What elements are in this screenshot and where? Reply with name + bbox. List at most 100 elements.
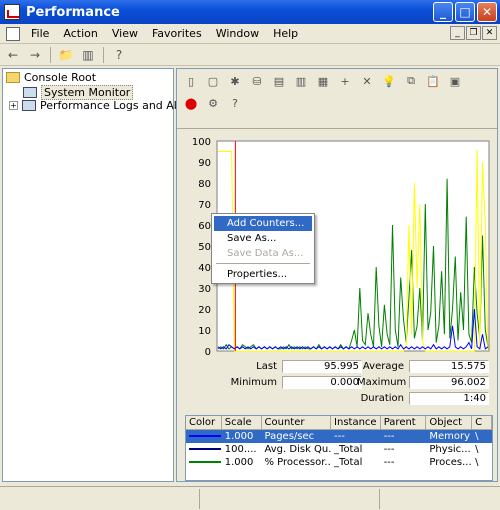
legend-counter: Pages/sec (264, 431, 315, 442)
y-tick-label: 60 (198, 221, 211, 232)
graph-context-menu: Add Counters... Save As... Save Data As.… (211, 213, 315, 284)
menu-action[interactable]: Action (56, 27, 104, 40)
y-tick-label: 30 (198, 284, 211, 295)
menu-item-properties[interactable]: Properties... (214, 267, 312, 282)
delete-icon[interactable]: ✕ (359, 73, 375, 89)
console-icon (6, 26, 20, 41)
y-tick-label: 20 (198, 305, 211, 316)
legend-instance: _Total (334, 457, 363, 468)
legend-object: Proces... (429, 457, 472, 468)
average-label: Average (362, 361, 404, 372)
menu-view[interactable]: View (105, 27, 145, 40)
menu-file[interactable]: File (24, 27, 56, 40)
highlight-icon[interactable]: 💡 (381, 73, 397, 89)
y-tick-label: 0 (205, 347, 211, 357)
y-tick-label: 40 (198, 263, 211, 274)
view-histogram-icon[interactable]: ▥ (293, 73, 309, 89)
update-data-icon[interactable]: ⚙ (205, 95, 221, 111)
column-object[interactable]: Object (426, 416, 473, 429)
mdi-close-button[interactable]: ✕ (482, 26, 497, 40)
tree-item-system-monitor[interactable]: System Monitor (23, 85, 134, 100)
duration-value: 1:40 (409, 392, 489, 405)
legend-instance: _Total (334, 444, 363, 455)
close-button[interactable]: ✕ (477, 2, 497, 22)
menu-separator (216, 263, 310, 264)
clear-display-icon[interactable]: ▢ (205, 73, 221, 89)
legend-object: Memory (429, 431, 471, 442)
y-tick-label: 10 (198, 326, 211, 337)
console-tree: Console Root System Monitor + Performanc… (2, 68, 198, 482)
paste-counter-list-icon[interactable]: 📋 (425, 73, 441, 89)
menu-item-add-counters[interactable]: Add Counters... (214, 216, 312, 231)
system-monitor-toolbar: ▯ ▢ ✱ ⛁ ▤ ▥ ▦ + ✕ 💡 ⧉ 📋 ▣ ⬤ ⚙ ? (177, 69, 497, 129)
column-color[interactable]: Color (186, 416, 222, 429)
legend-computer: \ (475, 457, 479, 468)
maximum-value: 96.002 (409, 376, 489, 389)
add-icon[interactable]: + (337, 73, 353, 89)
view-graph-icon[interactable]: ▤ (271, 73, 287, 89)
tree-item-label: Console Root (24, 71, 97, 84)
legend-row[interactable]: 1.000 Pages/sec --- --- Memory \ (186, 430, 492, 443)
tree-item-label: Performance Logs and Alerts (40, 99, 199, 112)
y-tick-label: 100 (192, 137, 211, 148)
forward-arrow-icon[interactable]: → (26, 46, 44, 64)
maximize-button[interactable]: □ (455, 2, 475, 22)
back-arrow-icon[interactable]: ← (4, 46, 22, 64)
copy-properties-icon[interactable]: ⧉ (403, 73, 419, 89)
menu-item-save-as[interactable]: Save As... (214, 231, 312, 246)
expand-plus-icon[interactable]: + (9, 101, 18, 110)
tree-item-perf-logs[interactable]: + Performance Logs and Alerts (9, 99, 198, 112)
up-folder-icon[interactable]: 📁 (57, 46, 75, 64)
new-counter-set-icon[interactable]: ▯ (183, 73, 199, 89)
toolbar-separator (103, 46, 104, 63)
view-report-icon[interactable]: ▦ (315, 73, 331, 89)
minimize-button[interactable]: _ (433, 2, 453, 22)
last-label: Last (256, 361, 277, 372)
legend-counter: % Processor... (264, 457, 332, 468)
freeze-display-icon[interactable]: ⬤ (183, 95, 199, 111)
status-bar (0, 486, 500, 510)
legend-parent: --- (383, 431, 395, 442)
legend-computer: \ (475, 444, 479, 455)
legend-row[interactable]: 1.000 % Processor... _Total --- Proces..… (186, 456, 492, 469)
column-scale[interactable]: Scale (222, 416, 262, 429)
column-parent[interactable]: Parent (381, 416, 427, 429)
performance-logs-icon (22, 100, 36, 111)
y-tick-label: 70 (198, 200, 211, 211)
folder-icon (6, 72, 20, 83)
legend-row[interactable]: 100.... Avg. Disk Qu... _Total --- Physi… (186, 443, 492, 456)
column-instance[interactable]: Instance (331, 416, 381, 429)
toolbar-separator (50, 46, 51, 63)
view-log-data-icon[interactable]: ⛁ (249, 73, 265, 89)
legend-instance: --- (334, 431, 345, 442)
color-swatch (189, 448, 221, 450)
window-title: Performance (26, 4, 120, 20)
mdi-restore-button[interactable]: ❐ (466, 26, 481, 40)
duration-label: Duration (360, 393, 404, 404)
mdi-minimize-button[interactable]: _ (450, 26, 465, 40)
legend-scale: 1.000 (224, 431, 254, 442)
color-swatch (189, 461, 221, 463)
y-tick-label: 90 (198, 158, 211, 169)
main-toolbar: ← → 📁 ▥ ? (0, 44, 500, 66)
column-counter[interactable]: Counter (262, 416, 332, 429)
minimum-label: Minimum (230, 377, 277, 388)
y-tick-label: 50 (198, 242, 211, 253)
counter-legend[interactable]: Color Scale Counter Instance Parent Obje… (185, 415, 493, 481)
legend-parent: --- (383, 457, 395, 468)
menu-window[interactable]: Window (209, 27, 266, 40)
properties-icon[interactable]: ▣ (447, 73, 463, 89)
system-monitor-icon (23, 87, 37, 98)
legend-counter: Avg. Disk Qu... (264, 444, 332, 455)
show-tree-icon[interactable]: ▥ (79, 46, 97, 64)
menu-help[interactable]: Help (266, 27, 305, 40)
column-computer[interactable]: C (472, 416, 492, 429)
last-value: 95.995 (282, 360, 362, 373)
view-current-activity-icon[interactable]: ✱ (227, 73, 243, 89)
tree-item-label: System Monitor (41, 85, 134, 100)
menu-favorites[interactable]: Favorites (145, 27, 209, 40)
help-icon[interactable]: ? (227, 95, 243, 111)
tree-item-console-root[interactable]: Console Root (6, 71, 96, 84)
help-icon[interactable]: ? (110, 46, 128, 64)
legend-scale: 1.000 (224, 457, 254, 468)
